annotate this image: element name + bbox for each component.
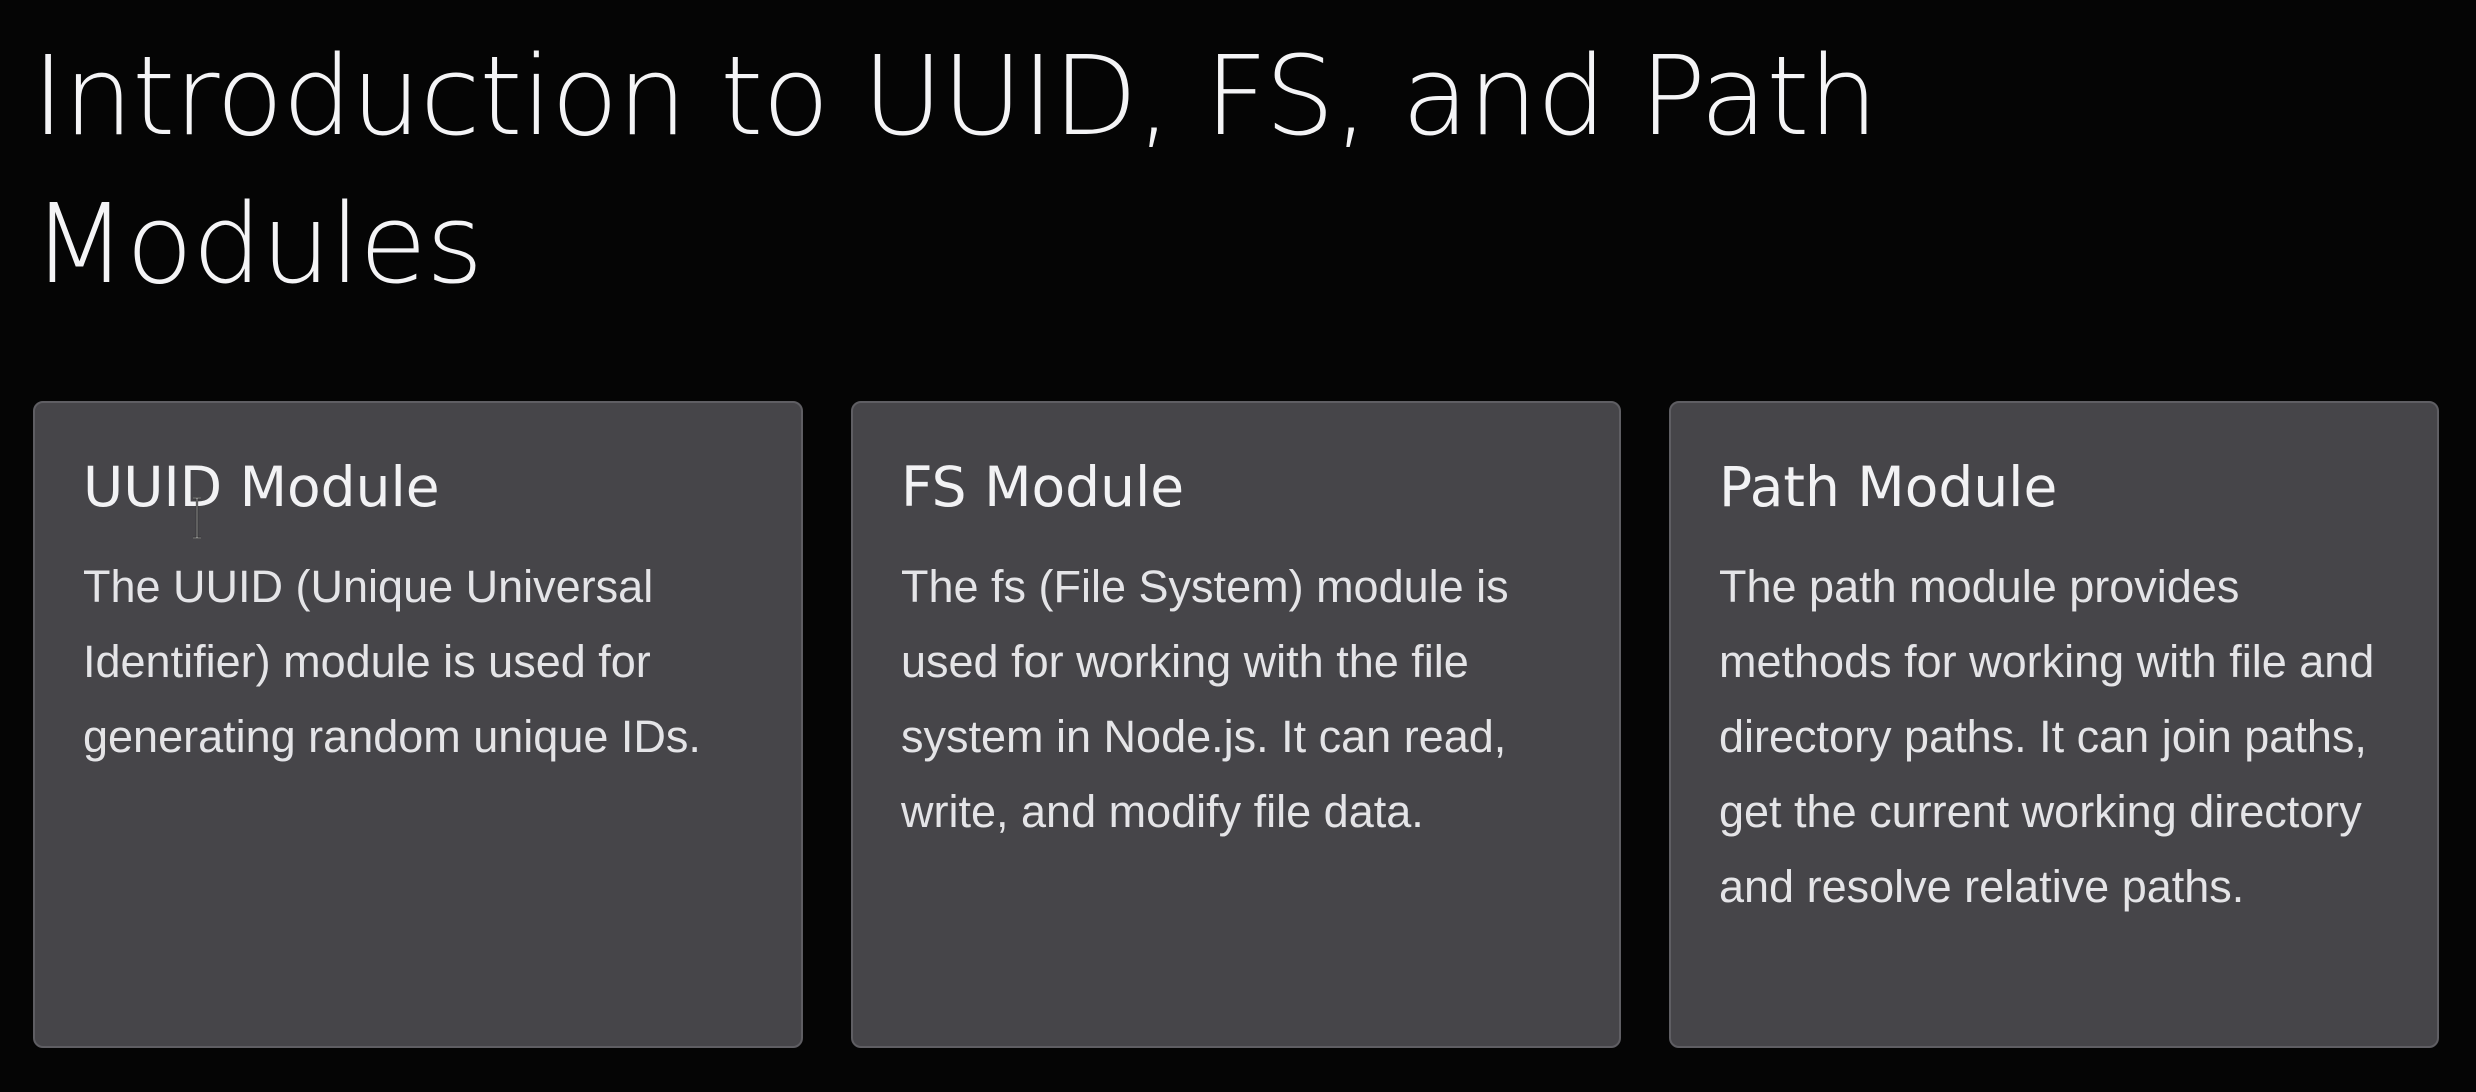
text-cursor-icon [193,497,201,539]
card-title: Path Module [1719,455,2058,519]
card-title: UUID Module [83,455,440,519]
card-path-module: Path Module The path module provides met… [1669,401,2439,1048]
card-uuid-module: UUID Module The UUID (Unique Universal I… [33,401,803,1048]
card-description: The fs (File System) module is used for … [901,561,1509,837]
card-fs-module: FS Module The fs (File System) module is… [851,401,1621,1048]
card-description: The UUID (Unique Universal Identifier) m… [83,561,701,762]
card-title: FS Module [901,455,1185,519]
slide-title: Introduction to UUID, FS, and Path Modul… [32,32,1878,308]
card-description: The path module provides methods for wor… [1719,561,2375,912]
